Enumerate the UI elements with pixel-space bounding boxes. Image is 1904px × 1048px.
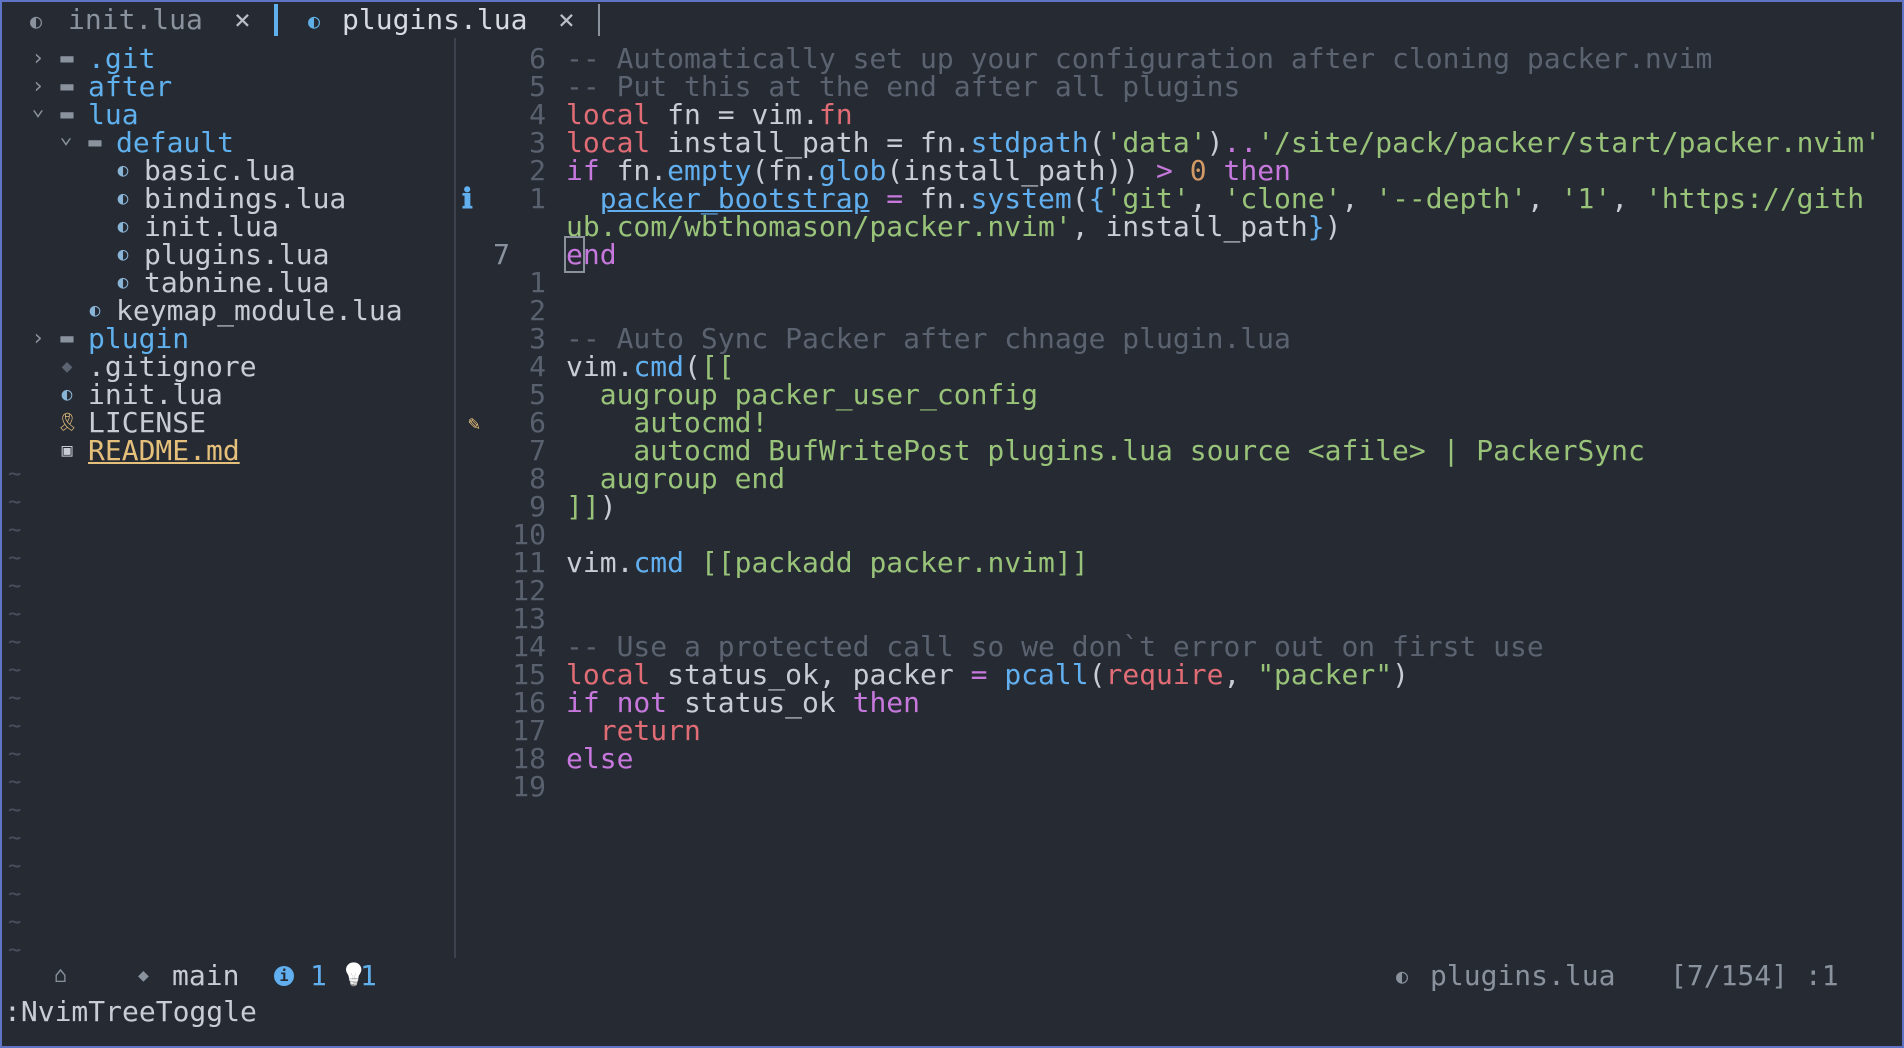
empty-line-marker: ~: [8, 630, 22, 655]
tab-init-lua[interactable]: ◐ init.lua ×: [2, 2, 270, 38]
markdown-icon: ▣: [61, 440, 73, 461]
empty-line-marker: ~: [8, 518, 22, 543]
lua-file-icon: ◐: [308, 9, 321, 33]
tab-label: plugins.lua: [342, 3, 528, 36]
command-line[interactable]: :NvimTreeToggle: [4, 994, 257, 1030]
info-count: 1: [310, 959, 327, 992]
tree-item[interactable]: ▣ README.md: [2, 434, 452, 468]
empty-line-marker: ~: [8, 714, 22, 739]
empty-line-marker: ~: [8, 462, 22, 487]
tree-item-label: README.md: [88, 434, 240, 467]
hint-count: 1: [360, 959, 377, 992]
close-icon[interactable]: ×: [234, 2, 251, 38]
code-editor[interactable]: 6 -- Automatically set up your configurat…: [458, 38, 1902, 958]
git-branch-icon: ◆: [138, 965, 149, 986]
empty-line-marker: ~: [8, 826, 22, 851]
empty-line-marker: ~: [8, 686, 22, 711]
empty-line-marker: ~: [8, 798, 22, 823]
empty-line-marker: ~: [8, 910, 22, 935]
empty-line-marker: ~: [8, 602, 22, 627]
home-icon: ⌂: [54, 963, 68, 988]
tab-plugins-lua[interactable]: ◐ plugins.lua ×: [278, 2, 598, 38]
empty-line-marker: ~: [8, 546, 22, 571]
close-icon[interactable]: ×: [558, 2, 575, 38]
line-number: 19: [512, 770, 546, 803]
cursor-position: [7/154] :1: [1670, 959, 1839, 992]
tab-label: init.lua: [68, 3, 203, 36]
file-tree: › ▬ .git › ▬ after ⌄ ▬ lua ⌄ ▬ default ◐ basic.lua ◐ bi…: [2, 38, 454, 963]
tab-separator: [598, 4, 600, 36]
empty-line-marker: ~: [8, 574, 22, 599]
chevron-down-icon[interactable]: ⌄: [56, 120, 76, 154]
empty-line-marker: ~: [8, 658, 22, 683]
code-line[interactable]: 19: [458, 770, 1902, 804]
git-branch: main: [172, 959, 240, 992]
status-filename: plugins.lua: [1430, 959, 1616, 992]
empty-line-marker: ~: [8, 882, 22, 907]
tree-divider: [454, 38, 456, 958]
chevron-down-icon[interactable]: ⌄: [28, 92, 48, 126]
lightbulb-icon[interactable]: ✎: [468, 406, 480, 440]
info-icon[interactable]: ℹ: [462, 182, 473, 216]
status-line: ⌂ ◆ main i 1 💡 1 ◐ plugins.lua [7/154] :…: [2, 958, 1902, 994]
empty-line-marker: ~: [8, 742, 22, 767]
empty-line-marker: ~: [8, 770, 22, 795]
lua-file-icon: ◐: [30, 9, 43, 33]
info-icon: i: [274, 966, 294, 986]
empty-line-marker: ~: [8, 490, 22, 515]
lua-file-icon: ◐: [1396, 964, 1409, 988]
empty-line-marker: ~: [8, 854, 22, 879]
tab-bar: ◐ init.lua × ◐ plugins.lua ×: [2, 2, 1902, 38]
